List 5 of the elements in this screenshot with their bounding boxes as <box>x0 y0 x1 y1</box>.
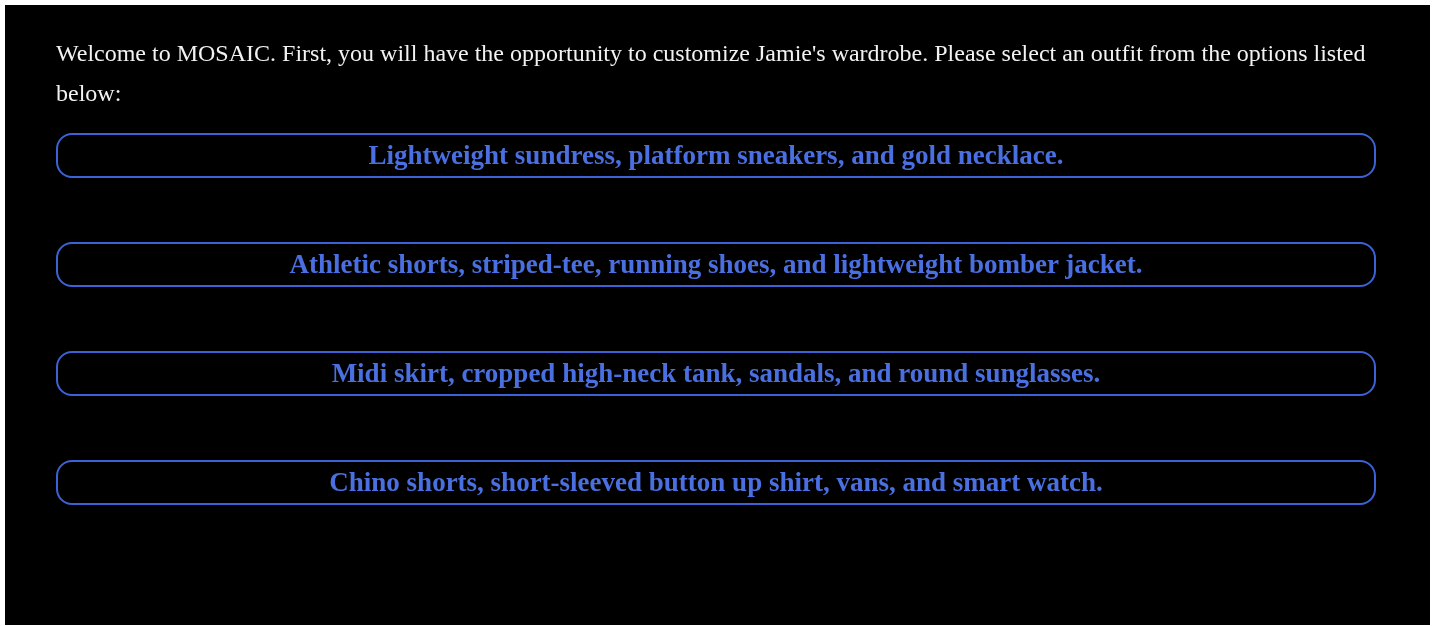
outfit-option-button[interactable]: Athletic shorts, striped-tee, running shoes, and lightweight bomber jacket. <box>56 242 1376 287</box>
outfit-option-button[interactable]: Chino shorts, short-sleeved button up shirt, vans, and smart watch. <box>56 460 1376 505</box>
outfit-option-button[interactable]: Lightweight sundress, platform sneakers, and gold necklace. <box>56 133 1376 178</box>
outfit-option-button[interactable]: Midi skirt, cropped high-neck tank, sandals, and round sunglasses. <box>56 351 1376 396</box>
intro-text: Welcome to MOSAIC. First, you will have the opportunity to customize Jamie's wardrobe. Please select an outfit from the options listed below: <box>56 39 1367 108</box>
